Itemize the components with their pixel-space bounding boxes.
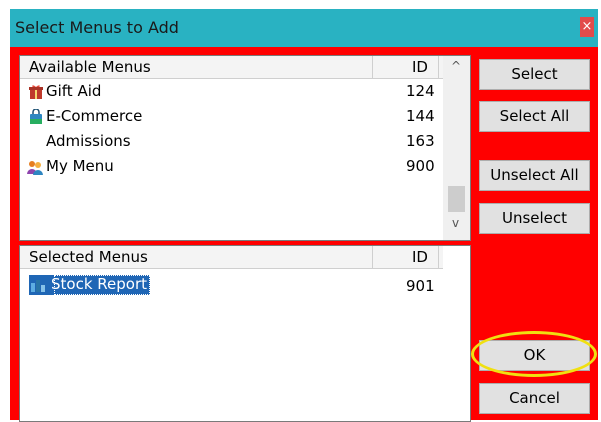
dialog-title: Select Menus to Add	[15, 18, 179, 37]
menu-id: 124	[406, 82, 435, 100]
list-item-stock-report[interactable]: Stock Report 901	[20, 273, 443, 298]
menu-name: Gift Aid	[46, 82, 102, 100]
list-item-admissions[interactable]: Admissions 163	[20, 129, 443, 154]
close-icon: ×	[581, 19, 593, 34]
horizontal-scrollbar[interactable]: < >	[20, 240, 443, 241]
column-header-id[interactable]: ID	[412, 58, 428, 76]
vertical-scroll-thumb[interactable]	[448, 186, 465, 212]
select-button[interactable]: Select	[479, 59, 590, 90]
unselect-button[interactable]: Unselect	[479, 203, 590, 234]
report-icon	[30, 277, 47, 293]
column-divider[interactable]	[438, 246, 439, 268]
shopping-bag-icon	[29, 108, 43, 125]
menu-id: 144	[406, 107, 435, 125]
column-divider[interactable]	[438, 56, 439, 78]
menu-id: 163	[406, 132, 435, 150]
menu-id: 900	[406, 157, 435, 175]
available-menus-header: Available Menus ID	[20, 56, 443, 79]
select-all-button[interactable]: Select All	[479, 101, 590, 132]
column-header-available-menus[interactable]: Available Menus	[29, 58, 151, 76]
list-item-gift-aid[interactable]: Gift Aid 124	[20, 79, 443, 104]
menu-id: 901	[406, 277, 435, 295]
user-group-icon	[26, 159, 44, 175]
list-item-my-menu[interactable]: My Menu 900	[20, 154, 443, 179]
focus-rectangle	[54, 275, 151, 295]
ok-highlight-annotation	[471, 331, 597, 377]
vertical-scrollbar[interactable]: ^ v	[443, 56, 470, 240]
column-header-selected-menus[interactable]: Selected Menus	[29, 248, 148, 266]
list-item-e-commerce[interactable]: E-Commerce 144	[20, 104, 443, 129]
column-header-id[interactable]: ID	[412, 248, 428, 266]
cancel-button[interactable]: Cancel	[479, 383, 590, 414]
column-divider[interactable]	[372, 246, 373, 268]
menu-name: My Menu	[46, 157, 114, 175]
unselect-all-button[interactable]: Unselect All	[479, 160, 590, 191]
available-menus-list[interactable]: Available Menus ID Gift Aid 124 E-Commer…	[19, 55, 471, 241]
scrollbar-corner	[443, 240, 470, 241]
close-button[interactable]: ×	[580, 17, 594, 37]
select-menus-dialog: Select Menus to Add × Available Menus ID…	[10, 9, 598, 422]
column-divider[interactable]	[372, 56, 373, 78]
scroll-down-arrow-icon[interactable]: v	[452, 216, 459, 230]
selected-menus-list[interactable]: Selected Menus ID Stock Report 901	[19, 245, 471, 422]
selected-item-highlight[interactable]: Stock Report	[29, 275, 151, 295]
title-bar[interactable]: Select Menus to Add ×	[10, 9, 598, 47]
menu-name: Admissions	[46, 132, 131, 150]
gift-icon	[29, 84, 43, 100]
selected-menus-header: Selected Menus ID	[20, 246, 443, 269]
menu-name: E-Commerce	[46, 107, 143, 125]
scroll-up-arrow-icon[interactable]: ^	[451, 59, 461, 73]
